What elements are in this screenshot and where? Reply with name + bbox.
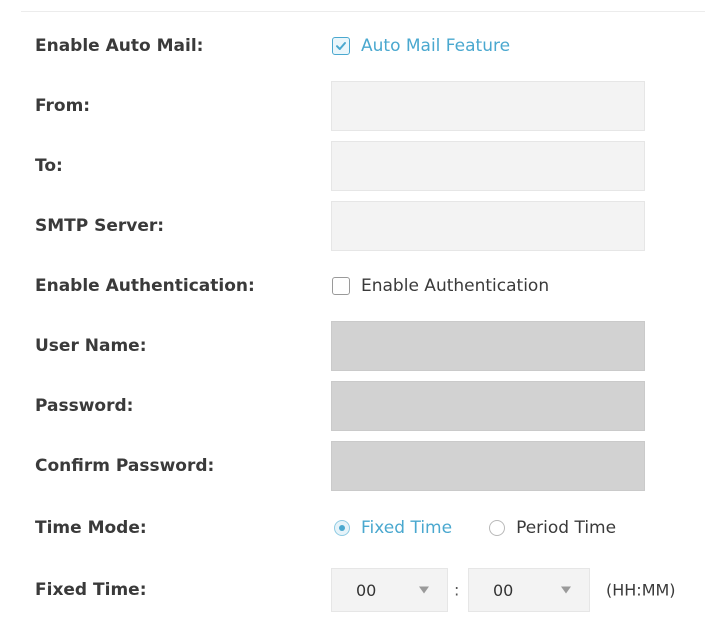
smtp-server-input[interactable] xyxy=(331,201,645,251)
time-mode-label: Time Mode: xyxy=(35,518,147,538)
row-time-mode: Time Mode: Fixed Time Period Time xyxy=(0,502,705,554)
enable-authentication-label: Enable Authentication: xyxy=(35,276,255,296)
auto-mail-checkbox[interactable] xyxy=(332,37,350,55)
user-name-input[interactable] xyxy=(331,321,645,371)
row-confirm-password: Confirm Password: xyxy=(0,440,705,492)
auto-mail-feature-option[interactable]: Auto Mail Feature xyxy=(332,36,510,56)
hour-value: 00 xyxy=(356,580,377,600)
confirm-password-input[interactable] xyxy=(331,441,645,491)
user-name-label: User Name: xyxy=(35,336,147,356)
period-time-radio-option[interactable]: Period Time xyxy=(489,518,616,538)
period-time-radio-label: Period Time xyxy=(516,518,617,538)
top-divider xyxy=(21,11,705,12)
row-user-name: User Name: xyxy=(0,320,705,372)
from-input[interactable] xyxy=(331,81,645,131)
auto-mail-feature-label: Auto Mail Feature xyxy=(361,36,511,56)
triangle-down-icon xyxy=(561,586,571,594)
fixed-time-label: Fixed Time: xyxy=(35,580,147,600)
row-enable-authentication: Enable Authentication: Enable Authentica… xyxy=(0,260,705,312)
time-separator: : xyxy=(454,580,460,600)
fixed-time-radio[interactable] xyxy=(334,520,350,536)
authentication-checkbox[interactable] xyxy=(332,277,350,295)
fixed-time-radio-option[interactable]: Fixed Time xyxy=(334,518,452,538)
row-from: From: xyxy=(0,80,705,132)
minute-select[interactable]: 00 xyxy=(468,568,590,612)
row-enable-auto-mail: Enable Auto Mail: Auto Mail Feature xyxy=(0,20,705,72)
period-time-radio[interactable] xyxy=(489,520,506,536)
checkmark-icon xyxy=(336,42,346,50)
hour-select[interactable]: 00 xyxy=(331,568,448,612)
row-fixed-time: Fixed Time: 00 : 00 (HH:MM) xyxy=(0,564,705,616)
row-to: To: xyxy=(0,140,705,192)
triangle-down-icon xyxy=(419,586,429,594)
password-input[interactable] xyxy=(331,381,645,431)
to-label: To: xyxy=(35,156,63,176)
row-password: Password: xyxy=(0,380,705,432)
to-input[interactable] xyxy=(331,141,645,191)
confirm-password-label: Confirm Password: xyxy=(35,456,215,476)
smtp-server-label: SMTP Server: xyxy=(35,216,165,236)
enable-authentication-option[interactable]: Enable Authentication xyxy=(332,276,549,296)
enable-authentication-option-label: Enable Authentication xyxy=(361,276,550,296)
fixed-time-radio-label: Fixed Time xyxy=(361,518,453,538)
minute-value: 00 xyxy=(493,580,514,600)
from-label: From: xyxy=(35,96,91,116)
enable-auto-mail-label: Enable Auto Mail: xyxy=(35,36,204,56)
time-mode-radio-group: Fixed Time Period Time xyxy=(334,518,616,538)
row-smtp-server: SMTP Server: xyxy=(0,200,705,252)
password-label: Password: xyxy=(35,396,134,416)
time-format-hint: (HH:MM) xyxy=(606,580,676,600)
